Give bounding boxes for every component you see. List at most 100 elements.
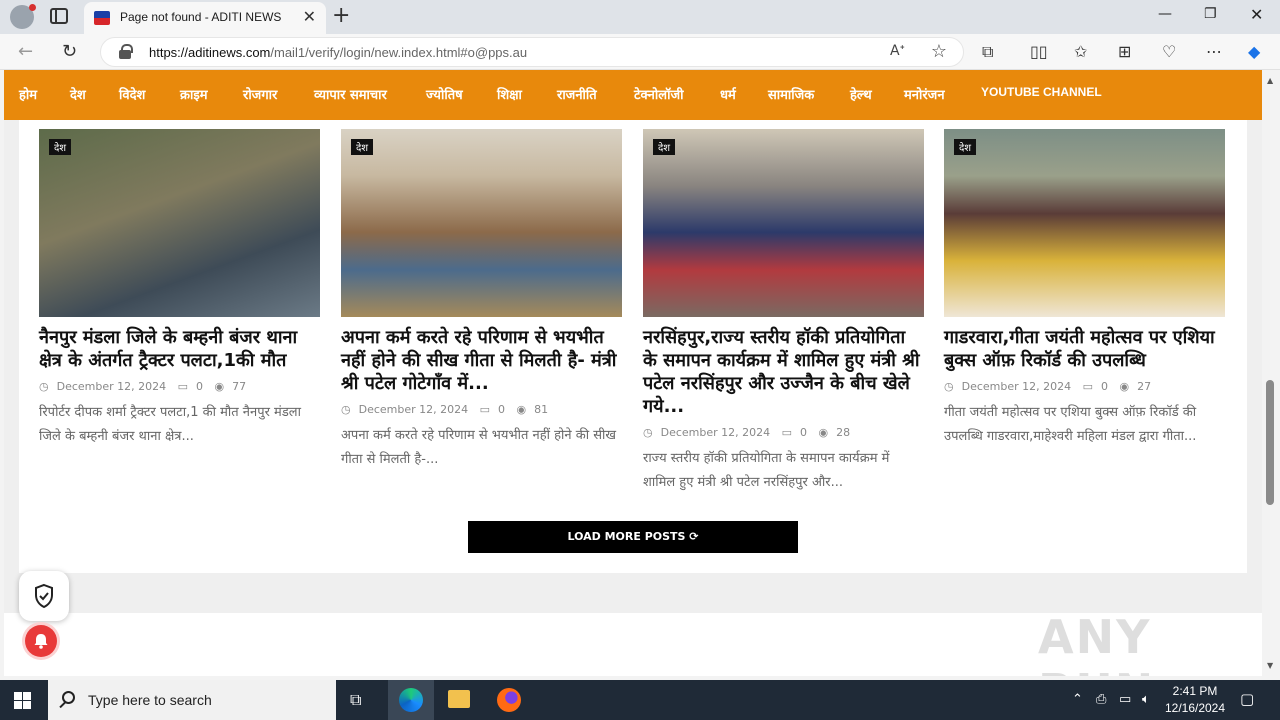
category-tag[interactable]: देश bbox=[49, 139, 72, 155]
view-count: 77 bbox=[232, 380, 247, 393]
search-icon bbox=[62, 691, 75, 704]
url-text[interactable]: https://aditinews.com/mail1/verify/login… bbox=[149, 45, 527, 60]
notification-bell-button[interactable] bbox=[25, 625, 57, 657]
post-thumbnail[interactable]: देश bbox=[341, 129, 622, 317]
views-icon: ◉ bbox=[818, 426, 829, 439]
edge-taskbar-item[interactable] bbox=[388, 680, 434, 720]
comment-count[interactable]: 0 bbox=[800, 426, 807, 439]
windows-start-icon[interactable] bbox=[14, 692, 31, 709]
favorites-icon[interactable]: ✩ bbox=[1074, 42, 1087, 61]
nav-item-videsh[interactable]: विदेश bbox=[119, 85, 145, 103]
extensions-icon[interactable]: ⧉ bbox=[982, 42, 993, 62]
volume-icon[interactable]: 🔈︎ bbox=[1142, 692, 1150, 707]
post-title[interactable]: नरसिंहपुर,राज्य स्तरीय हॉकी प्रतियोगिता … bbox=[643, 326, 924, 418]
clock-time: 2:41 PM bbox=[1172, 684, 1218, 698]
posts-section: देश नैनपुर मंडला जिले के बम्हनी बंजर थान… bbox=[19, 120, 1247, 573]
windows-taskbar: Type here to search ⧉ ⌃ ⎙ ▭ 🔈︎ 2:41 PM 1… bbox=[0, 680, 1280, 720]
search-placeholder: Type here to search bbox=[88, 692, 212, 708]
task-view-icon[interactable]: ⧉ bbox=[350, 690, 374, 714]
reload-button[interactable]: ↻ bbox=[62, 41, 77, 62]
start-pane bbox=[23, 701, 31, 709]
url-path: /mail1/verify/login/new.index.html#o@pps… bbox=[270, 45, 528, 60]
favorite-star-icon[interactable]: ☆ bbox=[931, 41, 947, 62]
taskbar-clock[interactable]: 2:41 PM 12/16/2024 bbox=[1162, 683, 1228, 717]
comment-count[interactable]: 0 bbox=[498, 403, 505, 416]
nav-item-home[interactable]: होम bbox=[19, 85, 37, 103]
browser-essentials-icon[interactable]: ♡ bbox=[1162, 42, 1176, 61]
tray-overflow-icon[interactable]: ⌃ bbox=[1072, 692, 1083, 707]
notifications-icon[interactable]: ▢ bbox=[1240, 690, 1254, 708]
read-aloud-icon[interactable]: Aᐩ bbox=[890, 43, 905, 59]
post-meta: ◷ December 12, 2024 ▭ 0 ◉ 81 bbox=[341, 403, 622, 416]
load-more-button[interactable]: LOAD MORE POSTS ⟳ bbox=[468, 521, 798, 553]
profile-avatar-icon[interactable] bbox=[10, 4, 36, 29]
clock-date: 12/16/2024 bbox=[1164, 701, 1226, 715]
post-card: देश गाडरवारा,गीता जयंती महोत्सव पर एशिया… bbox=[944, 129, 1225, 449]
maximize-button[interactable]: ❐ bbox=[1204, 6, 1217, 22]
start-pane bbox=[14, 701, 22, 709]
category-tag[interactable]: देश bbox=[653, 139, 676, 155]
view-count: 81 bbox=[534, 403, 549, 416]
minimize-button[interactable]: — bbox=[1158, 6, 1172, 22]
back-button[interactable]: ← bbox=[18, 41, 33, 62]
nav-item-rajneeti[interactable]: राजनीति bbox=[557, 85, 597, 103]
site-nav-menu: होम देश विदेश क्राइम रोजगार व्यापार समाच… bbox=[4, 70, 1262, 120]
post-thumbnail[interactable]: देश bbox=[39, 129, 320, 317]
tab-actions-icon[interactable] bbox=[50, 8, 68, 24]
collections-icon[interactable]: ⊞ bbox=[1118, 42, 1131, 61]
start-pane bbox=[23, 692, 31, 700]
nav-item-crime[interactable]: क्राइम bbox=[180, 85, 208, 103]
comment-count[interactable]: 0 bbox=[1101, 380, 1108, 393]
scroll-down-icon[interactable]: ▼ bbox=[1267, 661, 1273, 670]
nav-item-manoranjan[interactable]: मनोरंजन bbox=[904, 85, 945, 103]
firefox-icon[interactable] bbox=[497, 688, 521, 712]
post-excerpt: राज्य स्तरीय हॉकी प्रतियोगिता के समापन क… bbox=[643, 451, 890, 490]
new-tab-button[interactable]: + bbox=[332, 3, 350, 28]
split-screen-icon[interactable]: ▯▯ bbox=[1030, 42, 1048, 61]
post-thumbnail[interactable]: देश bbox=[643, 129, 924, 317]
shield-check-icon bbox=[35, 583, 53, 609]
post-date: December 12, 2024 bbox=[56, 380, 167, 393]
view-count: 28 bbox=[836, 426, 851, 439]
edge-icon bbox=[399, 688, 423, 712]
bell-icon bbox=[34, 634, 48, 649]
nav-item-shiksha[interactable]: शिक्षा bbox=[497, 85, 522, 103]
category-tag[interactable]: देश bbox=[954, 139, 977, 155]
browser-tab-strip: Page not found - ADITI NEWS ✕ + — ❐ ✕ bbox=[0, 0, 1280, 34]
url-field[interactable]: https://aditinews.com/mail1/verify/login… bbox=[100, 37, 964, 67]
copilot-icon[interactable]: ◆ bbox=[1248, 42, 1260, 61]
scrollbar-thumb[interactable] bbox=[1266, 380, 1274, 505]
post-title[interactable]: गाडरवारा,गीता जयंती महोत्सव पर एशिया बुक… bbox=[944, 326, 1225, 372]
tab-close-icon[interactable]: ✕ bbox=[303, 7, 316, 26]
nav-item-rojgar[interactable]: रोजगार bbox=[243, 85, 277, 103]
post-thumbnail[interactable]: देश bbox=[944, 129, 1225, 317]
nav-item-youtube[interactable]: YOUTUBE CHANNEL bbox=[981, 85, 1102, 99]
tray-device-icon[interactable]: ⎙ bbox=[1096, 692, 1106, 707]
post-card: देश अपना कर्म करते रहे परिणाम से भयभीत न… bbox=[341, 129, 622, 472]
scroll-up-icon[interactable]: ▲ bbox=[1267, 76, 1273, 85]
nav-item-samajik[interactable]: सामाजिक bbox=[768, 85, 814, 103]
taskbar-search-box[interactable]: Type here to search bbox=[48, 680, 336, 720]
nav-item-desh[interactable]: देश bbox=[70, 85, 86, 103]
post-meta: ◷ December 12, 2024 ▭ 0 ◉ 27 bbox=[944, 380, 1225, 393]
privacy-shield-button[interactable] bbox=[19, 571, 69, 621]
comment-count[interactable]: 0 bbox=[196, 380, 203, 393]
nav-item-health[interactable]: हेल्थ bbox=[850, 85, 872, 103]
post-title[interactable]: नैनपुर मंडला जिले के बम्हनी बंजर थाना क्… bbox=[39, 326, 320, 372]
settings-more-icon[interactable]: ⋯ bbox=[1206, 42, 1222, 61]
nav-item-dharm[interactable]: धर्म bbox=[720, 85, 736, 103]
file-explorer-icon[interactable] bbox=[448, 690, 470, 708]
comment-icon: ▭ bbox=[177, 380, 189, 393]
nav-item-jyotish[interactable]: ज्योतिष bbox=[426, 85, 463, 103]
lock-icon[interactable] bbox=[119, 44, 133, 59]
nav-item-technology[interactable]: टेक्नोलॉजी bbox=[634, 85, 683, 103]
category-tag[interactable]: देश bbox=[351, 139, 374, 155]
browser-tab-active[interactable]: Page not found - ADITI NEWS ✕ bbox=[84, 2, 326, 34]
page-scrollbar[interactable]: ▲ ▼ bbox=[1262, 70, 1280, 676]
post-title[interactable]: अपना कर्म करते रहे परिणाम से भयभीत नहीं … bbox=[341, 326, 622, 395]
post-card: देश नरसिंहपुर,राज्य स्तरीय हॉकी प्रतियोग… bbox=[643, 129, 924, 495]
views-icon: ◉ bbox=[516, 403, 527, 416]
network-icon[interactable]: ▭ bbox=[1119, 692, 1131, 707]
window-close-button[interactable]: ✕ bbox=[1250, 5, 1263, 24]
nav-item-vyapar[interactable]: व्यापार समाचार bbox=[314, 85, 387, 103]
